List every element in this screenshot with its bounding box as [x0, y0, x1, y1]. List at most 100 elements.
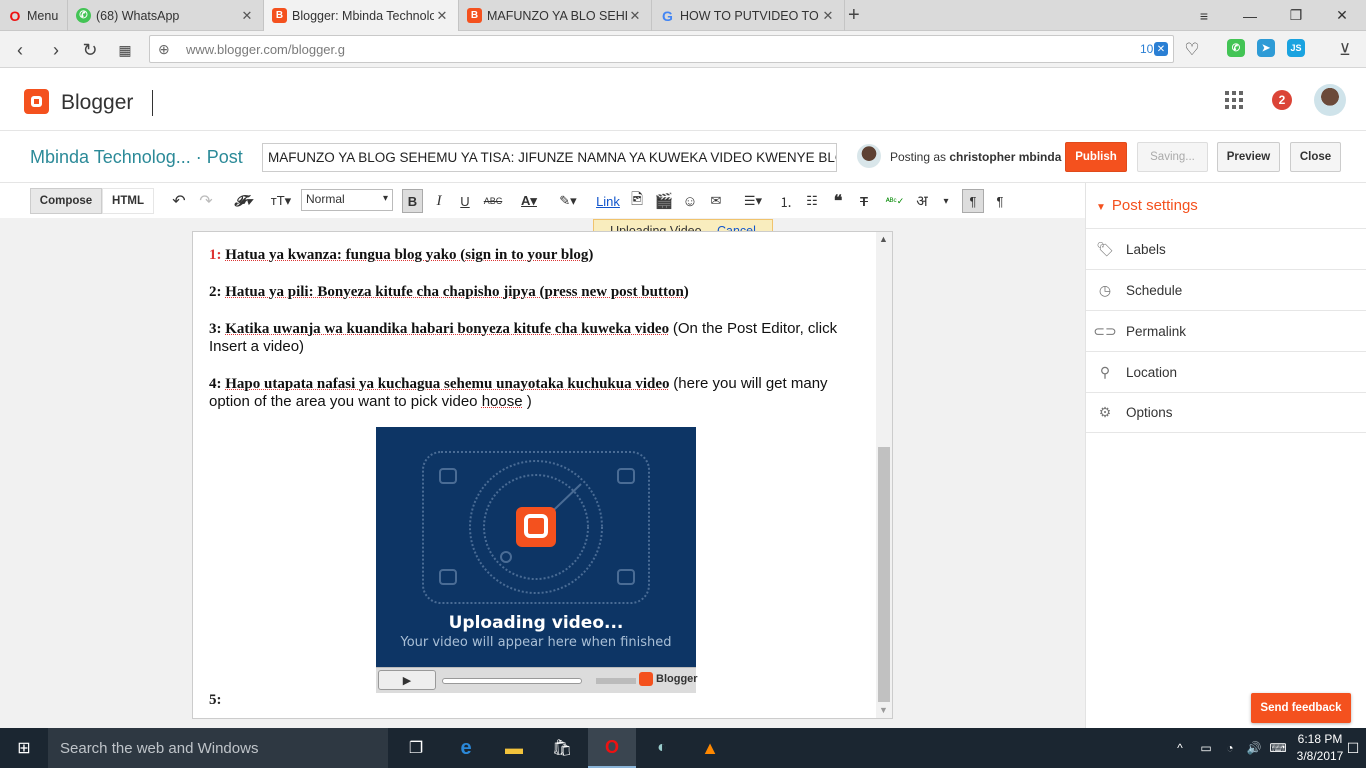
- sidebar-item-options[interactable]: ⚙ Options: [1086, 392, 1366, 433]
- sidebar-item-permalink[interactable]: ⊂⊃ Permalink: [1086, 310, 1366, 351]
- app-taskbar-icon[interactable]: ◐: [638, 728, 686, 768]
- blog-title[interactable]: Mbinda Technolog...: [30, 147, 191, 167]
- undo-icon[interactable]: ↶: [170, 191, 188, 211]
- bold-button[interactable]: B: [402, 189, 423, 213]
- account-avatar[interactable]: [1314, 84, 1346, 116]
- edge-browser-icon[interactable]: e: [442, 728, 490, 768]
- window-close-button[interactable]: ✕: [1319, 0, 1365, 31]
- close-tab-icon[interactable]: ✕: [239, 8, 255, 24]
- tab-blogger-editor[interactable]: B Blogger: Mbinda Technolo ✕: [264, 0, 459, 31]
- format-select[interactable]: Normal: [301, 189, 393, 211]
- sidebar-item-schedule[interactable]: ◷ Schedule: [1086, 269, 1366, 310]
- chevron-down-icon[interactable]: ▾: [938, 191, 954, 211]
- download-icon[interactable]: ⊻: [1333, 38, 1357, 62]
- task-view-icon[interactable]: ❐: [392, 728, 440, 768]
- telegram-extension-icon[interactable]: ➤: [1257, 39, 1275, 57]
- bullet-list-icon[interactable]: ☷: [802, 191, 822, 211]
- font-family-icon[interactable]: 𝓕▾: [228, 191, 258, 211]
- shield-icon[interactable]: ✕: [1154, 42, 1168, 56]
- volume-icon[interactable]: 🔊: [1244, 728, 1264, 768]
- tab-whatsapp[interactable]: ✆ (68) WhatsApp ✕: [68, 0, 264, 31]
- speed-dial-grid-icon[interactable]: ▦: [113, 38, 137, 62]
- apps-grid-icon[interactable]: [1225, 91, 1243, 109]
- step-4: 4: Hapo utapata nafasi ya kuchagua sehem…: [209, 375, 828, 410]
- tab-google-search[interactable]: G HOW TO PUTVIDEO TO BL ✕: [652, 0, 845, 31]
- scroll-down-icon[interactable]: ▼: [879, 705, 888, 715]
- action-center-icon[interactable]: ☐: [1340, 728, 1366, 768]
- opera-menu-button[interactable]: O Menu: [0, 0, 68, 31]
- taskbar-search-input[interactable]: Search the web and Windows: [48, 728, 388, 768]
- wifi-icon[interactable]: ◔: [1220, 728, 1240, 768]
- whatsapp-extension-icon[interactable]: ✆: [1227, 39, 1245, 57]
- input-tools-icon[interactable]: अ: [912, 191, 932, 211]
- windows-start-icon[interactable]: ⊞: [0, 728, 48, 768]
- html-mode-button[interactable]: HTML: [102, 188, 154, 214]
- seek-bar[interactable]: [442, 678, 582, 684]
- sidebar-item-location[interactable]: ⚲ Location: [1086, 351, 1366, 392]
- sidebar-item-labels[interactable]: 🏷 Labels: [1086, 228, 1366, 269]
- blogger-logo-icon[interactable]: [24, 89, 49, 114]
- post-content[interactable]: 1: Hatua ya kwanza: fungua blog yako (si…: [209, 246, 859, 430]
- volume-bar[interactable]: [596, 678, 636, 684]
- spellcheck-icon[interactable]: ᴬᴮᶜ✓: [884, 191, 906, 211]
- editor-scrollbar[interactable]: ▲ ▼: [876, 232, 892, 718]
- new-tab-button[interactable]: +: [848, 4, 860, 27]
- italic-button[interactable]: I: [430, 191, 448, 211]
- scrollbar-thumb[interactable]: [878, 447, 890, 702]
- taskbar-clock[interactable]: 6:18 PM 3/8/2017: [1296, 731, 1344, 765]
- chevron-up-icon[interactable]: ^: [1170, 728, 1190, 768]
- post-title-input[interactable]: MAFUNZO YA BLOG SEHEMU YA TISA: JIFUNZE …: [262, 143, 837, 172]
- reload-button[interactable]: ↻: [78, 38, 102, 62]
- url-field[interactable]: ⊕ www.blogger.com/blogger.g 10 ✕: [149, 35, 1174, 63]
- back-button[interactable]: ‹: [8, 38, 32, 62]
- rtl-direction-icon[interactable]: ¶: [990, 191, 1010, 211]
- js-toggle-extension-icon[interactable]: JS: [1287, 39, 1305, 57]
- redo-icon[interactable]: ↷: [197, 191, 215, 211]
- strikethrough-button[interactable]: ABC: [482, 191, 504, 211]
- link-button[interactable]: Link: [595, 191, 621, 211]
- ltr-direction-icon[interactable]: ¶: [962, 189, 984, 213]
- highlight-color-icon[interactable]: ✎▾: [553, 191, 583, 211]
- language-icon[interactable]: ⌨: [1268, 728, 1288, 768]
- forward-button[interactable]: ›: [44, 38, 68, 62]
- video-brand-label: Blogger: [656, 673, 698, 685]
- post-settings-header[interactable]: ▼ Post settings: [1096, 197, 1198, 214]
- play-button[interactable]: ▶: [378, 670, 436, 690]
- compose-mode-button[interactable]: Compose: [30, 188, 102, 214]
- vlc-icon[interactable]: ▲: [686, 728, 734, 768]
- heart-icon[interactable]: ♡: [1180, 38, 1204, 62]
- insert-jump-break-icon[interactable]: ✉: [706, 191, 726, 211]
- close-tab-icon[interactable]: ✕: [434, 8, 450, 24]
- store-icon[interactable]: 🛍: [538, 728, 586, 768]
- font-size-icon[interactable]: тT▾: [266, 191, 296, 211]
- insert-image-icon[interactable]: 🖻: [627, 191, 647, 211]
- blogger-header: Blogger 2: [0, 68, 1366, 131]
- blog-breadcrumb[interactable]: Mbinda Technolog... · Post: [30, 147, 243, 168]
- minimize-button[interactable]: —: [1227, 0, 1273, 31]
- tab-menu-icon[interactable]: ≡: [1181, 0, 1227, 31]
- saving-button[interactable]: Saving...: [1137, 142, 1208, 172]
- send-feedback-button[interactable]: Send feedback: [1251, 693, 1351, 723]
- numbered-list-icon[interactable]: ⒈: [776, 191, 796, 211]
- close-tab-icon[interactable]: ✕: [820, 8, 836, 24]
- video-upload-placeholder[interactable]: Uploading video... Your video will appea…: [376, 427, 698, 693]
- scroll-up-icon[interactable]: ▲: [879, 234, 888, 244]
- maximize-button[interactable]: ❐: [1273, 0, 1319, 31]
- close-tab-icon[interactable]: ✕: [627, 8, 643, 24]
- insert-emoji-icon[interactable]: ☺: [680, 191, 700, 211]
- quote-icon[interactable]: ❝: [828, 191, 848, 211]
- publish-button[interactable]: Publish: [1065, 142, 1127, 172]
- opera-taskbar-icon[interactable]: O: [588, 728, 636, 768]
- tab-mafunzo[interactable]: B MAFUNZO YA BLO SEHEM ✕: [459, 0, 652, 31]
- close-button[interactable]: Close: [1290, 142, 1341, 172]
- underline-button[interactable]: U: [456, 191, 474, 211]
- text-color-icon[interactable]: A▾: [514, 191, 544, 211]
- insert-video-icon[interactable]: 🎬: [654, 191, 674, 211]
- post-body-editor[interactable]: 1: Hatua ya kwanza: fungua blog yako (si…: [192, 231, 893, 719]
- battery-icon[interactable]: ▭: [1196, 728, 1216, 768]
- file-explorer-icon[interactable]: ▬: [490, 728, 538, 768]
- remove-formatting-icon[interactable]: T: [854, 191, 874, 211]
- alignment-icon[interactable]: ☰▾: [738, 191, 768, 211]
- preview-button[interactable]: Preview: [1217, 142, 1280, 172]
- notification-badge[interactable]: 2: [1272, 90, 1292, 110]
